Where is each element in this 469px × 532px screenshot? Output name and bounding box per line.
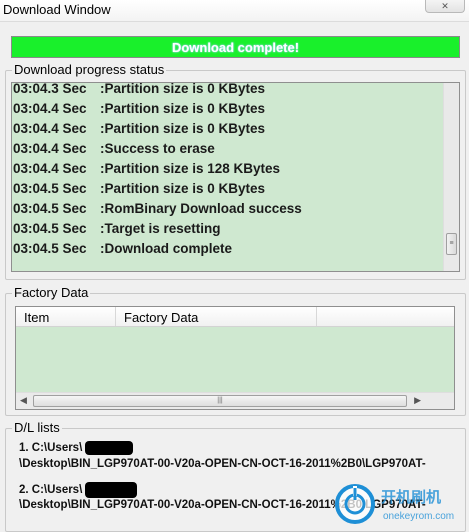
log-timestamp: 03:04.4 Sec	[13, 161, 87, 176]
log-timestamp: 03:04.4 Sec	[13, 141, 87, 156]
column-header-factory-data[interactable]: Factory Data	[124, 310, 198, 325]
scroll-thumb[interactable]: ≡	[446, 233, 457, 255]
redaction-mark	[85, 482, 137, 498]
grip-icon: ≡	[449, 240, 454, 247]
horizontal-scroll-thumb[interactable]: |||	[33, 395, 407, 407]
log-timestamp: 03:04.3 Sec	[13, 82, 87, 96]
close-button[interactable]: ✕	[425, 0, 465, 13]
download-progress-bar: Download complete!	[11, 36, 460, 58]
status-log-lines: 03:04.3 Sec:Partition size is 0 KBytes 03…	[12, 82, 443, 259]
table-horizontal-scrollbar[interactable]: ◀ ||| ▶	[16, 392, 454, 409]
log-message: :Partition size is 0 KBytes	[100, 181, 266, 196]
dl-lists-legend: D/L lists	[14, 420, 60, 435]
window-title: Download Window	[3, 2, 111, 17]
status-log-line: 03:04.5 Sec :RomBinary Download success	[12, 199, 443, 219]
column-divider	[115, 307, 116, 326]
log-message: :Partition size is 0 KBytes	[100, 121, 266, 136]
table-header: Item Factory Data	[16, 307, 454, 327]
log-message: :Download complete	[100, 241, 233, 256]
log-timestamp: 03:04.5 Sec	[13, 201, 87, 216]
status-log-line: 03:04.4 Sec :Partition size is 0 KBytes	[12, 119, 443, 139]
scroll-left-icon[interactable]: ◀	[20, 395, 27, 406]
grip-icon: |||	[217, 397, 223, 404]
log-timestamp: 03:04.5 Sec	[13, 181, 87, 196]
redaction-mark	[85, 441, 133, 455]
title-bar: Download Window ✕	[0, 0, 469, 22]
status-log-line: 03:04.5 Sec :Target is resetting	[12, 219, 443, 239]
factory-data-table[interactable]: Item Factory Data ◀ ||| ▶	[15, 306, 455, 410]
log-message: :Partition size is 128 KBytes	[100, 161, 281, 176]
column-divider	[316, 307, 317, 326]
log-message: :Success to erase	[100, 141, 215, 156]
dl-item-1-path-end: \Desktop\BIN_LGP970AT-00-V20a-OPEN-CN-OC…	[19, 458, 426, 470]
log-message: :RomBinary Download success	[100, 201, 302, 216]
scroll-right-icon[interactable]: ▶	[414, 395, 421, 406]
download-status-legend: Download progress status	[14, 62, 165, 77]
column-header-item[interactable]: Item	[24, 310, 49, 325]
status-log-line: 03:04.3 Sec :Partition size is 0 KBytes	[12, 82, 443, 99]
watermark-subtext: onekeyrom.com	[383, 511, 454, 522]
factory-data-legend: Factory Data	[14, 285, 89, 300]
progress-label: Download complete!	[171, 40, 300, 55]
log-timestamp: 03:04.4 Sec	[13, 121, 87, 136]
log-message: :Partition size is 0 KBytes	[100, 101, 266, 116]
status-log[interactable]: 03:04.3 Sec:Partition size is 0 KBytes 03…	[11, 82, 460, 272]
log-timestamp: 03:04.4 Sec	[13, 101, 87, 116]
watermark-text: 开机刷机	[381, 488, 441, 506]
log-message: :Target is resetting	[100, 221, 221, 236]
onekeyrom-watermark: 开机刷机 onekeyrom.com	[331, 478, 469, 528]
status-log-line: 03:04.5 Sec :Partition size is 0 KBytes	[12, 179, 443, 199]
status-log-line: 03:04.5 Sec :Download complete	[12, 239, 443, 259]
dl-item-1-path-start: 1. C:\Users\	[19, 442, 83, 454]
status-log-line: 03:04.4 Sec :Success to erase	[12, 139, 443, 159]
close-icon: ✕	[441, 1, 449, 11]
log-timestamp: 03:04.5 Sec	[13, 241, 87, 256]
status-log-scrollbar[interactable]: ≡	[443, 83, 459, 271]
dl-item-2-path-start: 2. C:\Users\	[19, 484, 83, 496]
log-timestamp: 03:04.5 Sec	[13, 221, 87, 236]
status-log-line: 03:04.4 Sec :Partition size is 0 KBytes	[12, 99, 443, 119]
log-message: :Partition size is 0 KBytes	[100, 82, 266, 96]
status-log-line: 03:04.4 Sec :Partition size is 128 KBytes	[12, 159, 443, 179]
watermark-logo-icon: 开机刷机 onekeyrom.com	[335, 484, 454, 524]
